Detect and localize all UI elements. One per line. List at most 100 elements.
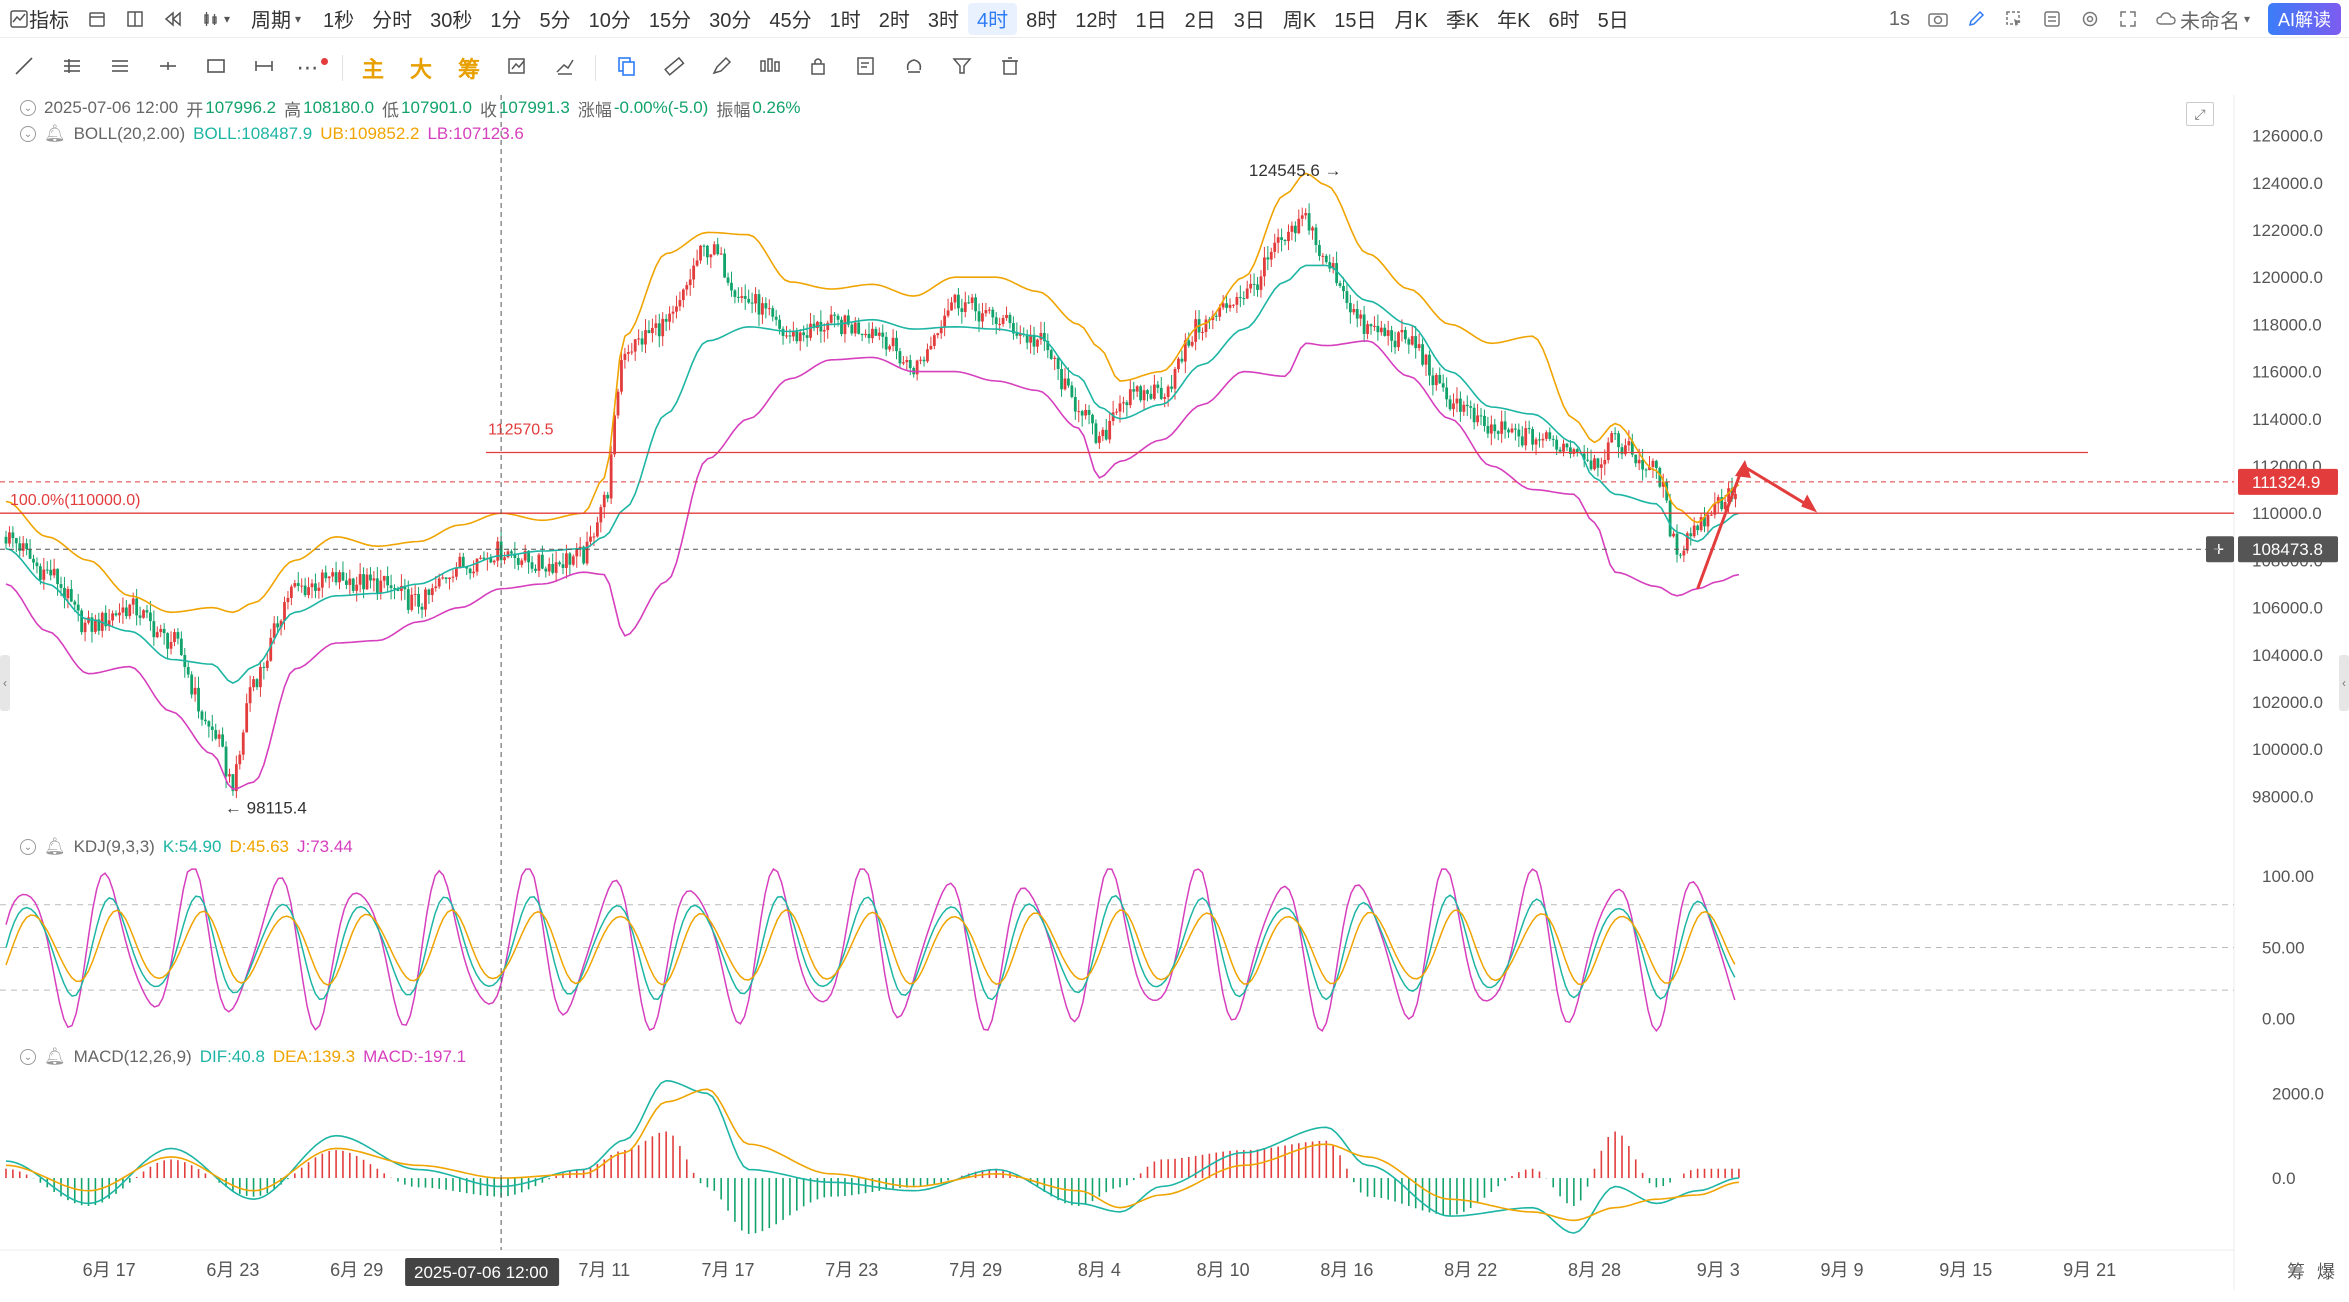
interval-2[interactable]: 30秒 (421, 3, 481, 35)
fullscreen-icon[interactable] (2118, 9, 2138, 29)
candle-body (926, 349, 929, 362)
interval-5[interactable]: 10分 (580, 3, 640, 35)
interval-21[interactable]: 季K (1437, 3, 1488, 35)
delete-tool[interactable] (986, 48, 1034, 88)
interval-18[interactable]: 周K (1274, 3, 1325, 35)
horizontal-lines-tool[interactable] (48, 48, 96, 88)
bell-icon[interactable]: 🔔︎ (44, 124, 66, 144)
candle-body (310, 583, 314, 588)
pen-icon[interactable] (1966, 9, 1986, 29)
candle-body (11, 532, 15, 539)
candle-body (750, 302, 754, 304)
rectangle-tool[interactable] (192, 48, 240, 88)
candle-body (56, 568, 59, 585)
candle-body (159, 628, 163, 633)
magnet-tool[interactable] (890, 48, 938, 88)
interval-16[interactable]: 2日 (1176, 3, 1225, 35)
left-panel-handle[interactable]: ‹ (0, 655, 10, 711)
fib-tool[interactable] (541, 48, 589, 88)
indicators-button[interactable]: 指标 (0, 3, 78, 35)
interval-17[interactable]: 3日 (1225, 3, 1274, 35)
chip-toggle[interactable]: 筹 (445, 48, 493, 88)
interval-1[interactable]: 分时 (363, 3, 421, 35)
expand-icon[interactable]: ⤢ (2186, 102, 2214, 126)
auto-draw-tool[interactable] (493, 48, 541, 88)
big-order-toggle[interactable]: 大 (397, 48, 445, 88)
calendar-button[interactable] (78, 3, 116, 35)
camera-icon[interactable] (1928, 9, 1948, 29)
ruler-tool[interactable] (650, 48, 698, 88)
candle-body (1293, 225, 1297, 234)
collapse-icon[interactable]: ⌄ (20, 100, 36, 116)
right-panel-handle[interactable]: ‹ (2339, 655, 2349, 711)
gear-icon[interactable] (2080, 9, 2100, 29)
candle-body (1558, 449, 1562, 452)
note-tool[interactable] (842, 48, 890, 88)
cursor-icon[interactable] (2004, 9, 2024, 29)
interval-11[interactable]: 3时 (919, 3, 968, 35)
chart-type-button[interactable]: ▾ (192, 3, 242, 35)
collapse-icon[interactable]: ⌄ (20, 1049, 36, 1065)
replay-button[interactable] (154, 3, 192, 35)
period-dropdown[interactable]: 周期 ▾ (242, 3, 314, 35)
interval-13[interactable]: 8时 (1017, 3, 1066, 35)
candle-body (93, 619, 97, 632)
lock-tool[interactable] (794, 48, 842, 88)
candle-body (754, 294, 757, 304)
interval-15[interactable]: 1日 (1127, 3, 1176, 35)
collapse-icon[interactable]: ⌄ (20, 126, 36, 142)
channel-tool[interactable] (96, 48, 144, 88)
candle-body (551, 563, 555, 573)
interval-4[interactable]: 5分 (531, 3, 580, 35)
collapse-icon[interactable]: ⌄ (20, 839, 36, 855)
candle-body (1177, 358, 1180, 370)
candle-body (898, 351, 902, 364)
candle-body (18, 543, 22, 551)
interval-24[interactable]: 5日 (1589, 3, 1638, 35)
refresh-rate[interactable]: 1s (1889, 8, 1910, 31)
interval-9[interactable]: 1时 (821, 3, 870, 35)
trend-line-tool[interactable] (0, 48, 48, 88)
kdj-j: J:73.44 (297, 837, 353, 856)
interval-0[interactable]: 1秒 (314, 3, 363, 35)
x-tick-label: 6月 29 (330, 1260, 383, 1280)
ai-analysis-button[interactable]: AI解读 (2267, 3, 2341, 35)
copy-tool[interactable] (602, 48, 650, 88)
layout-button[interactable] (116, 3, 154, 35)
settings-panel-icon[interactable] (2042, 9, 2062, 29)
layout-name-dropdown[interactable]: 未命名 ▾ (2156, 5, 2250, 34)
kdj-panel (0, 868, 2234, 1033)
interval-19[interactable]: 15日 (1325, 3, 1385, 35)
range-tool[interactable] (240, 48, 288, 88)
pattern-tool[interactable] (746, 48, 794, 88)
interval-23[interactable]: 6时 (1540, 3, 1589, 35)
more-tools[interactable]: ⋯ (288, 48, 336, 88)
interval-14[interactable]: 12时 (1066, 3, 1126, 35)
candle-body (1104, 429, 1108, 440)
x-tick-label: 8月 22 (1444, 1260, 1497, 1280)
interval-12[interactable]: 4时 (968, 2, 1018, 35)
crosshair-tool[interactable] (144, 48, 192, 88)
interval-8[interactable]: 45分 (760, 3, 820, 35)
interval-6[interactable]: 15分 (640, 3, 700, 35)
filter-tool[interactable] (938, 48, 986, 88)
candle-body (1338, 283, 1342, 286)
bell-icon[interactable]: 🔔︎ (44, 1047, 66, 1067)
bell-icon[interactable]: 🔔︎ (44, 837, 66, 857)
main-chart-toggle[interactable]: 主 (349, 48, 397, 88)
interval-22[interactable]: 年K (1488, 3, 1539, 35)
candle-body (1300, 215, 1304, 219)
interval-7[interactable]: 30分 (700, 3, 760, 35)
candle-body (396, 588, 400, 591)
interval-3[interactable]: 1分 (481, 3, 530, 35)
candle-body (1500, 421, 1504, 434)
candle-body (1441, 383, 1445, 388)
interval-10[interactable]: 2时 (870, 3, 919, 35)
interval-20[interactable]: 月K (1385, 3, 1436, 35)
candle-body (224, 746, 228, 777)
brush-tool[interactable] (698, 48, 746, 88)
candle-body (1128, 389, 1132, 406)
up-arrow-line (1696, 465, 1745, 590)
candle-body (1496, 431, 1500, 434)
candle-body (544, 568, 548, 572)
